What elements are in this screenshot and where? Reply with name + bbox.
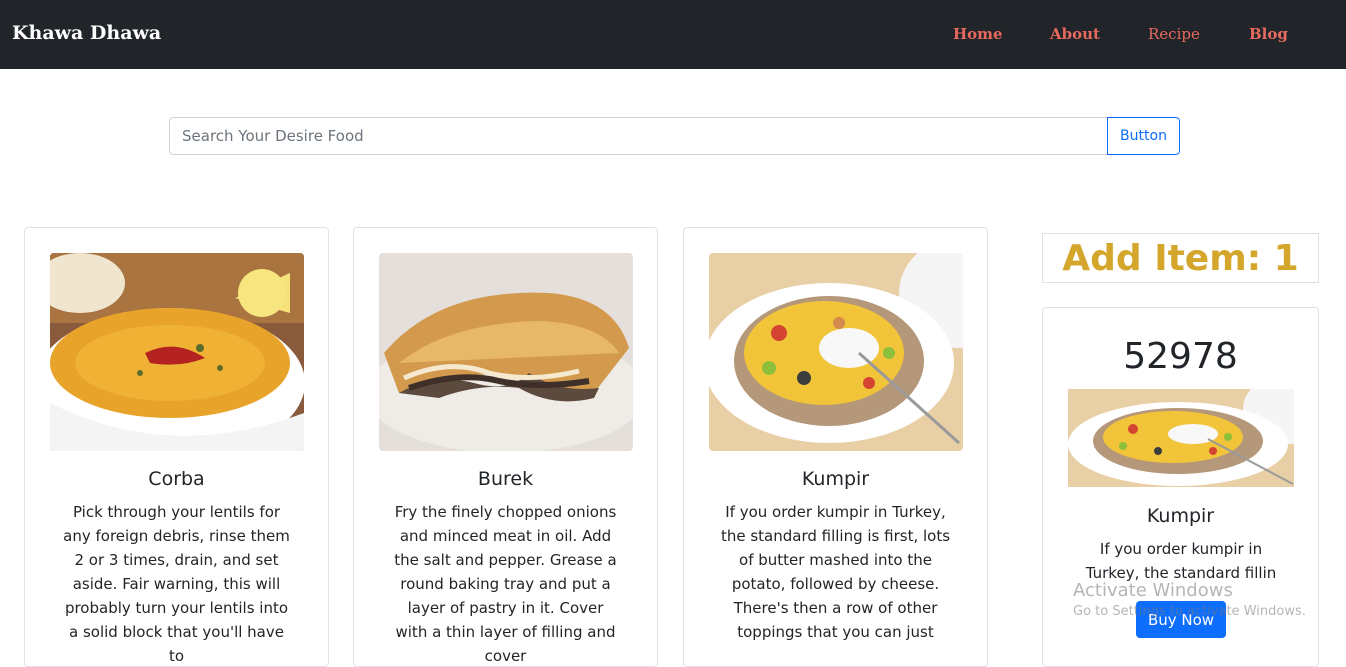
soup-bowl-image <box>50 253 304 451</box>
stuffed-potato-image <box>1068 389 1294 487</box>
nav-link-blog[interactable]: Blog <box>1249 25 1288 43</box>
meal-title: Corba <box>148 468 205 490</box>
selected-meal-description: If you order kumpir in Turkey, the stand… <box>1085 540 1277 582</box>
meal-description: Fry the finely chopped onions and minced… <box>394 503 617 665</box>
meal-card[interactable]: Corba Pick through your lentils for any … <box>24 227 329 667</box>
meal-title: Burek <box>477 468 534 490</box>
meal-title: Kumpir <box>801 468 870 490</box>
nav-link-about[interactable]: About <box>1050 25 1100 43</box>
navbar: Khawa Dhawa Home About Recipe Blog <box>0 0 1346 69</box>
windows-watermark-title: Activate Windows <box>1073 580 1233 601</box>
meal-id: 52978 <box>1123 336 1238 377</box>
meal-description: Pick through your lentils for any foreig… <box>63 503 290 665</box>
pastry-image <box>379 253 633 451</box>
nav-link-home[interactable]: Home <box>953 25 1003 43</box>
nav-link-recipe[interactable]: Recipe <box>1148 25 1200 43</box>
search-bar: Button <box>169 117 1180 155</box>
stuffed-potato-image <box>709 253 963 451</box>
meal-card[interactable]: Kumpir If you order kumpir in Turkey, th… <box>683 227 988 667</box>
add-item-counter: Add Item: 1 <box>1042 233 1319 283</box>
meal-description: If you order kumpir in Turkey, the stand… <box>720 503 951 641</box>
brand-logo[interactable]: Khawa Dhawa <box>12 22 161 44</box>
search-input[interactable] <box>169 117 1108 155</box>
search-button[interactable]: Button <box>1107 117 1180 155</box>
windows-watermark-subtitle: Go to Settings to activate Windows. <box>1073 604 1306 619</box>
meal-card[interactable]: Burek Fry the finely chopped onions and … <box>353 227 658 667</box>
selected-meal-title: Kumpir <box>1146 505 1215 527</box>
